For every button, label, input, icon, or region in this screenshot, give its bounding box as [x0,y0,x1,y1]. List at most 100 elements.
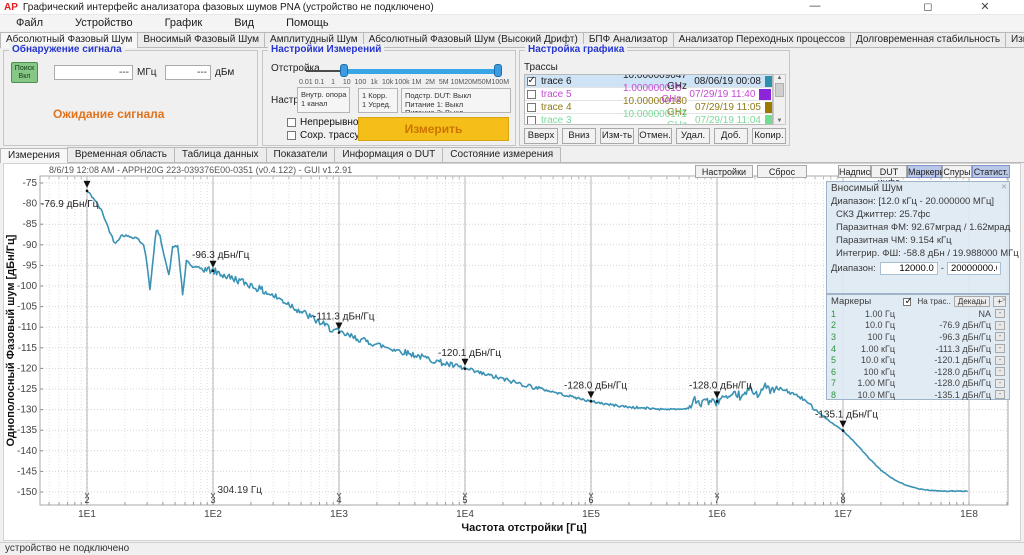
scroll-thumb[interactable] [775,83,784,97]
offset-slider-range [344,69,499,74]
chart-toolbar-2[interactable]: DUT инфо [871,165,907,178]
chart-toolbar-сброс[interactable]: Сброс [757,165,807,178]
tab-view-1[interactable]: Измерения [0,148,68,163]
trace-checkbox[interactable] [527,90,536,99]
trace-checkbox-cell [525,103,541,112]
save-trace-checkbox-row[interactable]: Сохр. трассу [287,130,360,141]
save-trace-checkbox[interactable] [287,131,296,140]
title-bar: AP Графический интерфейс анализатора фаз… [0,0,1024,15]
offset-slider-handle-high[interactable] [494,64,502,77]
chart-toolbar-настройки[interactable]: Настройки [695,165,753,178]
maximize-button[interactable]: ◻ [918,0,938,13]
slider-tick-1: 1 [326,79,340,86]
trace-button-5[interactable]: Удал. [676,128,710,144]
decades-button[interactable]: Декады [954,296,990,307]
power-field[interactable]: --- [165,65,211,80]
traces-scrollbar[interactable]: ▲ ▼ [773,74,786,125]
marker-row-3: 3100 Гц-96.3 дБн/Гц- [827,331,1009,343]
residual-noise-lines: Диапазон: [12.0 кГц - 20.000000 МГц]СКЗ … [827,195,1009,260]
range-from-input[interactable] [880,262,938,275]
close-button[interactable]: ✕ [975,0,995,13]
residual-noise-line: СКЗ Джиттер: 25.7фс [827,208,1009,221]
marker-remove-button[interactable]: - [995,344,1005,353]
main-tab-bar: Абсолютный Фазовый ШумВносимый Фазовый Ш… [0,31,1024,48]
marker-remove-button[interactable]: - [995,332,1005,341]
svg-text:7: 7 [714,495,719,505]
marker-row-5: 510.0 кГц-120.1 дБн/Гц- [827,354,1009,366]
markers-overlay-close-icon[interactable]: ✕ [1001,296,1007,304]
trace-button-1[interactable]: Вверх [524,128,558,144]
trace-color-swatch [759,89,771,100]
trace-checkbox[interactable] [527,103,536,112]
scroll-up-arrow[interactable]: ▲ [774,75,785,81]
svg-text:-128.0 дБн/Гц: -128.0 дБн/Гц [689,380,752,391]
menu-item-1[interactable]: Файл [0,16,59,31]
marker-value: -96.3 дБн/Гц [895,332,995,342]
minimize-button[interactable]: — [805,0,825,12]
svg-text:1E2: 1E2 [204,509,222,520]
chart-toolbar-5[interactable]: Статист. [972,165,1010,178]
trace-row-trace-3[interactable]: trace 310.000000171 GHz07/29/19 11:04 [525,114,772,125]
tab-main-7[interactable]: Долговременная стабильность [850,32,1006,47]
settings-box-line: 1 канал [301,100,347,109]
frequency-field[interactable]: --- [54,65,133,80]
trace-button-4[interactable]: Отмен. [638,128,672,144]
trace-color-swatch [765,115,773,126]
menu-item-2[interactable]: Устройство [59,16,149,31]
marker-remove-button[interactable]: - [995,356,1005,365]
menu-item-5[interactable]: Помощь [270,16,345,31]
menu-item-4[interactable]: Вид [218,16,270,31]
trace-buttons-row: ВверхВнизИзм-тьОтмен.Удал.Доб.Копир. [524,128,786,144]
tab-view-5[interactable]: Информация о DUT [334,147,443,162]
menu-item-3[interactable]: График [149,16,219,31]
svg-text:-145: -145 [17,466,37,477]
svg-text:-100: -100 [17,281,37,292]
svg-text:-128.0 дБн/Гц: -128.0 дБн/Гц [564,380,627,391]
scroll-down-arrow[interactable]: ▼ [774,118,785,124]
svg-text:-80: -80 [23,199,38,210]
range-to-input[interactable] [947,262,1001,275]
tab-main-2[interactable]: Вносимый Фазовый Шум [137,32,265,47]
svg-text:6: 6 [588,495,593,505]
trace-date: 08/06/19 00:08 [687,76,763,87]
dut-power-settings-box[interactable]: Подстр. DUT: ВыклПитание 1: ВыклПитание … [401,88,511,113]
correlation-settings-box[interactable]: 1 Корр.1 Усред. [358,88,398,113]
graph-settings-panel: Настройка графика Трассы trace 610.00000… [519,50,790,146]
chart-toolbar-3[interactable]: Маркеры [907,165,942,178]
marker-value: -128.0 дБн/Гц [895,378,995,388]
tab-view-4[interactable]: Показатели [266,147,336,162]
marker-remove-button[interactable]: - [995,390,1005,399]
marker-number: 4 [827,344,839,354]
trace-date: 07/29/19 11:40 [681,89,757,100]
reference-settings-box[interactable]: Внутр. опора1 канал [297,87,350,113]
svg-text:-135: -135 [17,425,37,436]
overlay-close-icon[interactable]: ✕ [1001,183,1007,191]
marker-remove-button[interactable]: - [995,309,1005,318]
trace-button-2[interactable]: Вниз [562,128,596,144]
chart-toolbar-1[interactable]: Надпись [838,165,871,178]
tab-main-6[interactable]: Анализатор Переходных процессов [673,32,851,47]
continuous-checkbox-row[interactable]: Непрерывно [287,117,358,128]
measure-button[interactable]: Измерить [358,117,509,141]
marker-remove-button[interactable]: - [995,321,1005,330]
trace-button-7[interactable]: Копир. [752,128,786,144]
tab-view-3[interactable]: Таблица данных [174,147,267,162]
trace-button-6[interactable]: Доб. [714,128,748,144]
offset-slider-handle-low[interactable] [340,64,348,77]
marker-number: 7 [827,378,839,388]
slider-tick-10k: 10k [381,79,395,86]
on-trace-checkbox[interactable] [903,298,911,306]
tab-main-8[interactable]: Измерение параметров ГУН [1005,32,1024,47]
tab-view-2[interactable]: Временная область [67,147,175,162]
markers-title: Маркеры [831,296,903,307]
chart-toolbar-4[interactable]: Спуры [942,165,972,178]
tab-view-6[interactable]: Состояние измерения [442,147,561,162]
trace-checkbox[interactable] [527,77,536,86]
continuous-checkbox[interactable] [287,118,296,127]
marker-remove-button[interactable]: - [995,367,1005,376]
marker-remove-button[interactable]: - [995,379,1005,388]
trace-button-3[interactable]: Изм-ть [600,128,634,144]
trace-checkbox[interactable] [527,116,536,125]
marker-value: -135.1 дБн/Гц [895,390,995,400]
search-on-button[interactable]: Поиск Вкл [11,62,38,83]
